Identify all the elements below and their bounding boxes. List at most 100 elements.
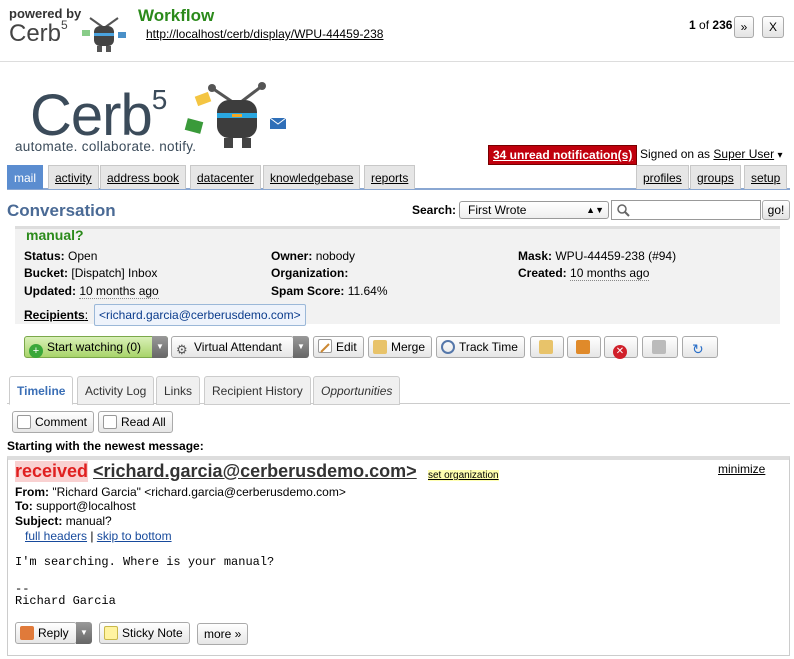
reply-dropdown-chevron-down-icon[interactable]: ▼ <box>76 622 92 644</box>
nav-tab-mail[interactable]: mail <box>7 165 44 189</box>
tab-links[interactable]: Links <box>156 376 201 405</box>
nav-tab-setup[interactable]: setup <box>744 165 788 189</box>
search-field-selected: First Wrote <box>468 203 527 217</box>
spam-button[interactable] <box>567 336 601 358</box>
gear-icon: ⚙ <box>176 342 188 357</box>
user-menu-chevron-down-icon[interactable]: ▾ <box>777 150 782 161</box>
from-value: "Richard Garcia" <richard.garcia@cerberu… <box>52 485 346 499</box>
virtual-attendant-chevron-down-icon[interactable]: ▼ <box>293 336 309 358</box>
status-label: Status: <box>24 249 65 263</box>
header-links: full headers | skip to bottom <box>25 529 172 543</box>
ticket-subject: manual? <box>26 227 84 243</box>
merge-button[interactable]: Merge <box>368 336 433 358</box>
full-headers-link[interactable]: full headers <box>25 529 87 543</box>
updated-value: 10 months ago <box>79 284 159 299</box>
section-title: Conversation <box>7 201 116 220</box>
edit-button[interactable]: Edit <box>313 336 364 358</box>
minimize-link[interactable]: minimize <box>718 462 765 476</box>
select-arrows-icon: ▲▼ <box>586 205 604 215</box>
track-time-button[interactable]: Track Time <box>436 336 525 358</box>
mask-property: Mask: WPU-44459-238 (#94) <box>518 249 676 263</box>
start-watching-label: Start watching (0) <box>47 340 142 354</box>
merge-label: Merge <box>391 340 426 354</box>
permalink-url[interactable]: http://localhost/cerb/display/WPU-44459-… <box>146 27 383 41</box>
folder-icon <box>539 340 553 354</box>
nav-tab-reports[interactable]: reports <box>364 165 416 189</box>
document-icon <box>103 415 117 429</box>
virtual-attendant-button[interactable]: ⚙ Virtual Attendant <box>171 336 294 358</box>
subject-header: Subject: manual? <box>15 514 112 528</box>
edit-label: Edit <box>336 340 357 354</box>
updated-label: Updated: <box>24 284 76 298</box>
mask-label: Mask: <box>518 249 553 263</box>
more-button[interactable]: more » <box>197 623 249 645</box>
status-property: Status: Open <box>24 249 97 263</box>
tab-activity-log[interactable]: Activity Log <box>77 376 155 405</box>
bucket-property: Bucket: [Dispatch] Inbox <box>24 266 157 280</box>
cerb-small-logo[interactable]: Cerb5 <box>9 18 68 48</box>
nav-tab-activity[interactable]: activity <box>48 165 99 189</box>
to-label: To: <box>15 499 33 513</box>
comment-label: Comment <box>35 415 88 429</box>
nav-tab-profiles[interactable]: profiles <box>636 165 689 189</box>
cerb-small-logo-text: Cerb <box>9 20 62 47</box>
search-field-select[interactable]: First Wrote ▲▼ <box>459 201 609 219</box>
pager-total: 236 <box>712 18 733 32</box>
tab-recipient-history[interactable]: Recipient History <box>204 376 311 405</box>
mask-value: WPU-44459-238 (#94) <box>555 249 677 263</box>
recipients-colon: : <box>84 308 89 322</box>
close-button[interactable]: X <box>762 16 784 38</box>
signed-on-label: Signed on as <box>640 147 711 161</box>
search-input[interactable] <box>611 200 761 220</box>
search-label: Search: <box>412 203 457 217</box>
main-nav: mail activity address book datacenter kn… <box>7 164 790 190</box>
sticky-note-button[interactable]: Sticky Note <box>99 622 190 644</box>
reply-button[interactable]: Reply <box>15 622 77 644</box>
cerb-small-logo-sup: 5 <box>61 18 68 32</box>
unread-notifications-badge[interactable]: 34 unread notification(s) <box>488 145 638 165</box>
watch-dropdown-chevron-down-icon[interactable]: ▼ <box>152 336 168 358</box>
signature-name: Richard Garcia <box>15 594 116 608</box>
print-button[interactable] <box>642 336 678 358</box>
skip-to-bottom-link[interactable]: skip to bottom <box>97 529 172 543</box>
created-value: 10 months ago <box>570 266 650 281</box>
robot-small-icon <box>82 17 126 52</box>
pager-current: 1 <box>689 18 696 32</box>
signed-on-info: Signed on as Super User ▾ <box>640 147 782 161</box>
spam-score-property: Spam Score: 11.64% <box>271 284 388 298</box>
recipient-chip[interactable]: <richard.garcia@cerberusdemo.com> <box>94 304 306 326</box>
start-watching-button[interactable]: + Start watching (0) <box>24 336 168 358</box>
page-title: Workflow <box>138 6 215 25</box>
folder-button[interactable] <box>530 336 564 358</box>
set-organization-link[interactable]: set organization <box>428 470 499 481</box>
pager-of: of <box>699 18 710 32</box>
read-all-button[interactable]: Read All <box>98 411 173 433</box>
refresh-button[interactable]: ↻ <box>682 336 718 358</box>
stopwatch-icon <box>441 340 455 354</box>
message-sender[interactable]: <richard.garcia@cerberusdemo.com> <box>93 461 417 482</box>
recipients-label[interactable]: Recipients <box>24 308 85 322</box>
tab-opportunities[interactable]: Opportunities <box>313 376 401 405</box>
timeline-caption: Starting with the newest message: <box>7 439 204 453</box>
nav-tab-knowledgebase[interactable]: knowledgebase <box>263 165 361 189</box>
nav-tab-address-book[interactable]: address book <box>100 165 187 189</box>
comment-button[interactable]: Comment <box>12 411 95 433</box>
next-button[interactable]: » <box>734 16 754 38</box>
nav-tab-datacenter[interactable]: datacenter <box>190 165 261 189</box>
comment-icon <box>17 415 31 429</box>
tagline: automate. collaborate. notify. <box>15 139 197 154</box>
delete-button[interactable]: ✕ <box>604 336 638 359</box>
organization-label: Organization: <box>271 266 349 280</box>
nav-tab-groups[interactable]: groups <box>690 165 741 189</box>
search-go-button[interactable]: go! <box>762 200 790 220</box>
merge-icon <box>373 340 387 354</box>
user-menu[interactable]: Super User <box>713 147 774 161</box>
recipients-property: Recipients: <box>24 308 88 322</box>
spam-score-value: 11.64% <box>347 284 388 298</box>
tab-timeline[interactable]: Timeline <box>9 376 74 405</box>
cerb-logo-sup: 5 <box>151 84 168 115</box>
reply-icon <box>20 626 34 640</box>
subject-value: manual? <box>65 514 112 528</box>
robot-mascot-icon <box>184 82 287 148</box>
content-tabs: Timeline Activity Log Links Recipient Hi… <box>7 376 790 405</box>
